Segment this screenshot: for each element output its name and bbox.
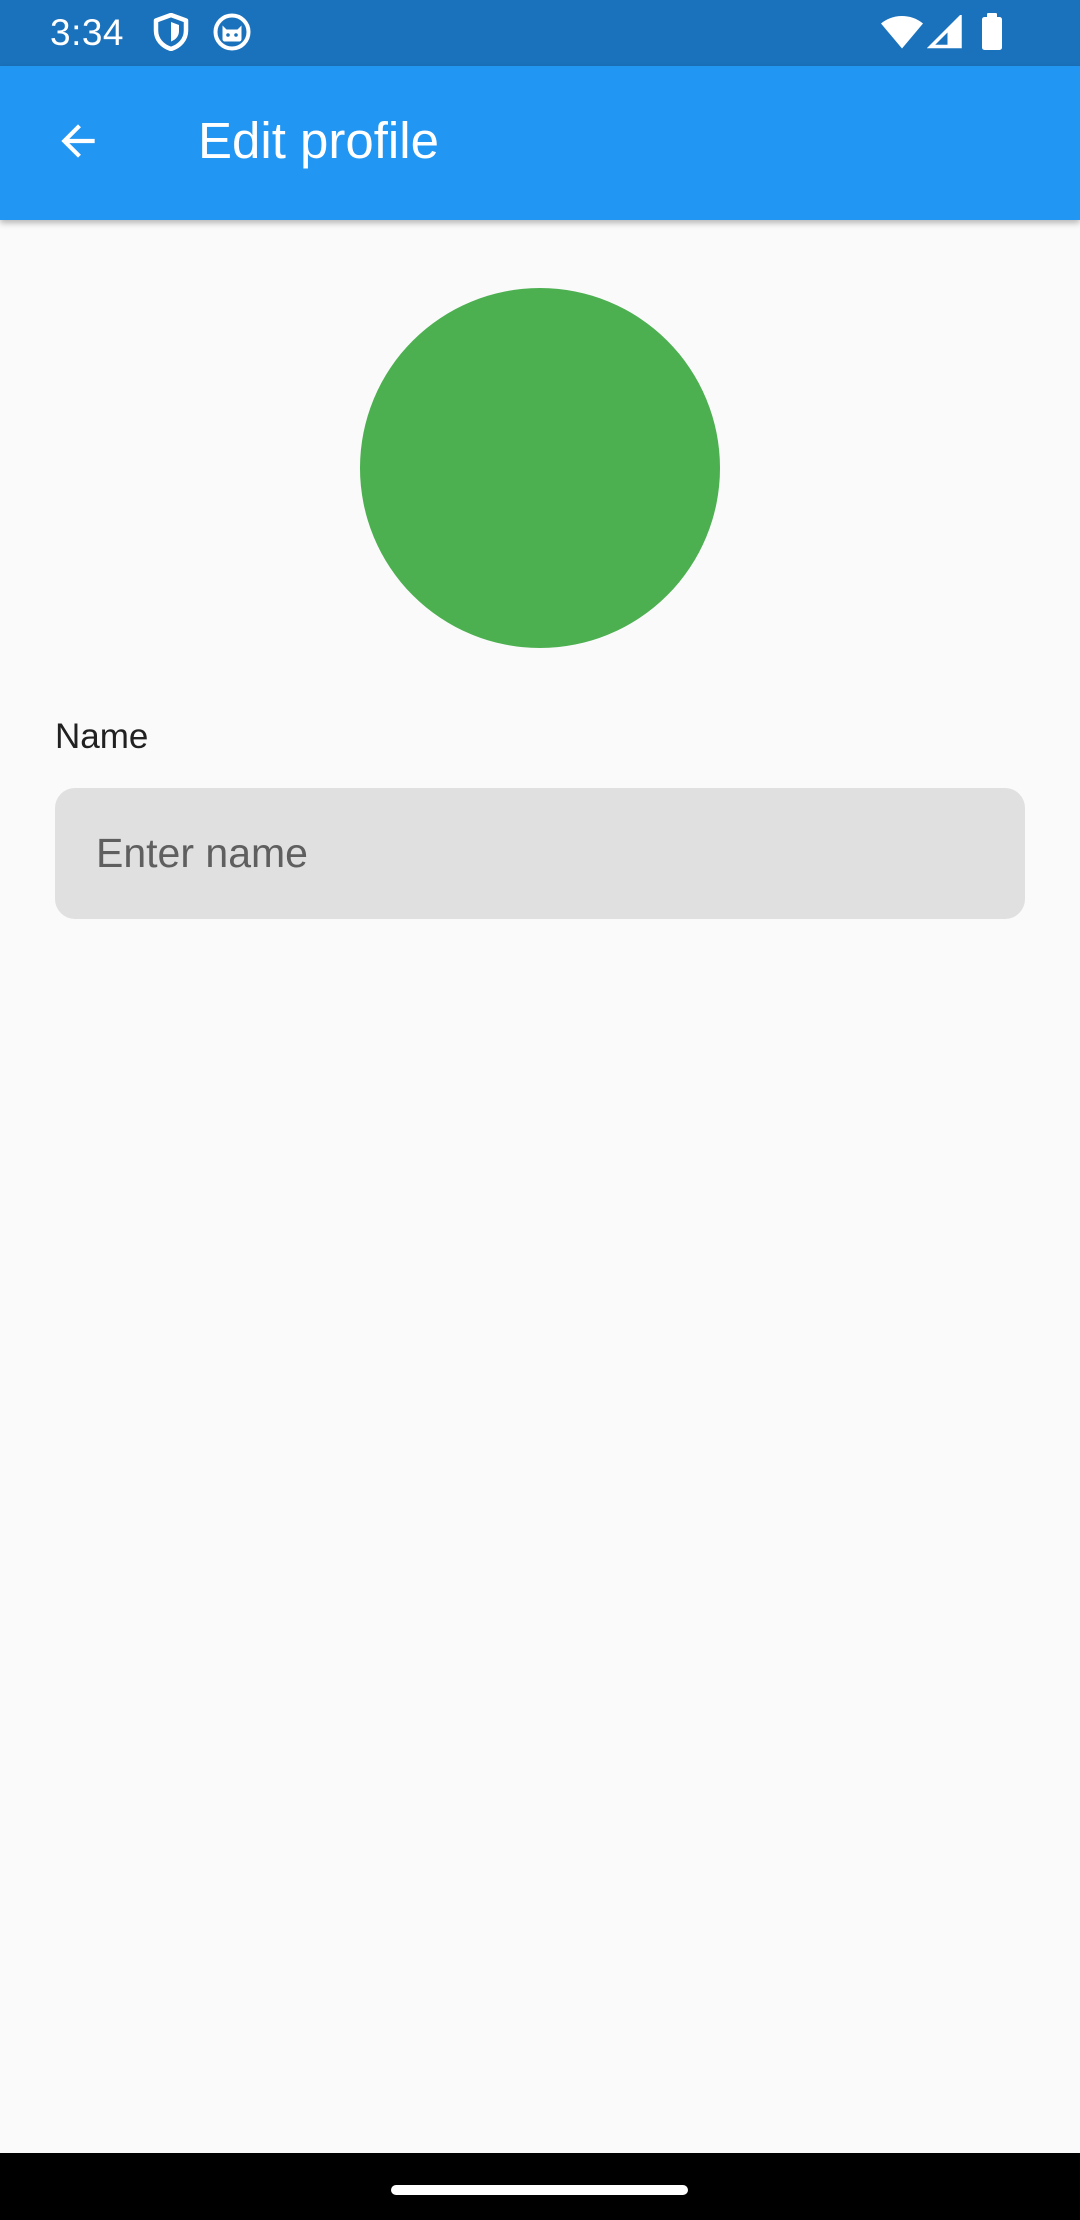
cat-face-icon xyxy=(213,13,251,51)
back-button[interactable] xyxy=(28,91,128,191)
shield-icon xyxy=(153,13,189,51)
cellular-signal-icon xyxy=(927,15,962,49)
app-bar: Edit profile xyxy=(0,66,1080,220)
home-indicator[interactable] xyxy=(391,2185,688,2195)
name-label: Name xyxy=(55,717,149,756)
avatar[interactable] xyxy=(360,288,720,648)
page-title: Edit profile xyxy=(198,112,439,169)
navigation-bar xyxy=(0,2153,1080,2220)
status-time: 3:34 xyxy=(50,12,125,53)
arrow-back-icon xyxy=(61,124,95,158)
status-bar: 3:34 xyxy=(0,0,1080,66)
battery-icon xyxy=(982,13,1002,50)
name-input[interactable] xyxy=(55,788,1025,919)
wifi-icon xyxy=(881,16,923,49)
